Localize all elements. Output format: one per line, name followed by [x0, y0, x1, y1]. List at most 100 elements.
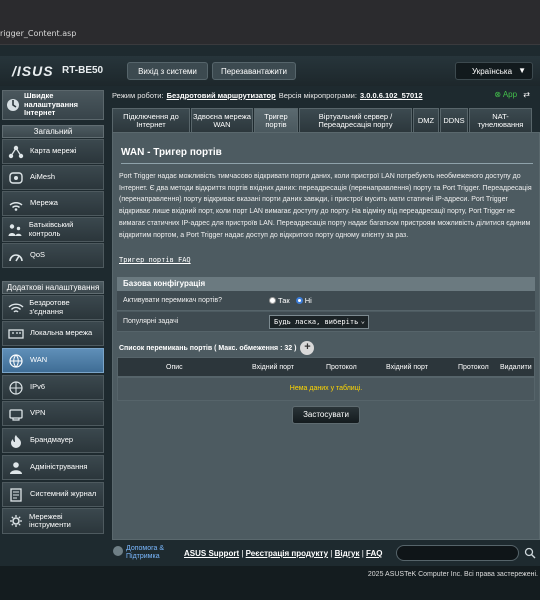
- tab-dual-wan[interactable]: Здвоєна мережа WAN: [191, 108, 253, 132]
- sidebar-item-quick-setup[interactable]: Швидке налаштування Інтернет: [2, 90, 104, 120]
- tab-virtual-server[interactable]: Віртуальний сервер / Переадресація порту: [299, 108, 412, 132]
- popular-tasks-label: Популярні задачі: [123, 318, 179, 325]
- sidebar-item-label: Брандмауер: [30, 435, 74, 445]
- help-icon: [113, 546, 123, 556]
- model-name: RT-BE50: [62, 65, 104, 76]
- sidebar-item-network[interactable]: Мережа: [2, 191, 104, 216]
- radio-no-label: Ні: [304, 296, 312, 305]
- sidebar-item-network-map[interactable]: Карта мережі: [2, 139, 104, 164]
- app-link[interactable]: ⊗ App ⇄: [494, 90, 530, 99]
- col-trigger-protocol: Протокол: [326, 364, 357, 371]
- sidebar-item-label: Батьківський контроль: [28, 220, 74, 238]
- mode-link[interactable]: Бездротовий маршрутизатор: [167, 91, 276, 100]
- search-icon[interactable]: [524, 547, 536, 559]
- network-icon: [5, 195, 27, 213]
- sidebar-item-label: VPN: [30, 408, 46, 418]
- app-icon: ⊗: [494, 90, 502, 99]
- firmware-label: Версія мікропрограми:: [278, 90, 357, 100]
- radio-no[interactable]: [295, 297, 303, 304]
- radio-yes[interactable]: [269, 297, 276, 304]
- trigger-table-header: Опис Вхідний порт Протокол Вхідний порт …: [117, 357, 535, 377]
- logout-button[interactable]: Вихід з системи: [127, 62, 208, 80]
- sidebar-item-vpn[interactable]: VPN: [2, 401, 104, 426]
- col-trigger-port: Вхідний порт: [252, 364, 294, 371]
- faq-footer-link[interactable]: FAQ: [366, 549, 382, 558]
- faq-link[interactable]: Тригер портів FAQ: [119, 256, 191, 264]
- feedback-link[interactable]: Відгук: [335, 549, 360, 558]
- firmware-link[interactable]: 3.0.0.6.102_57012: [360, 91, 423, 100]
- add-icon[interactable]: +: [300, 341, 315, 355]
- mode-label: Режим роботи:: [112, 90, 164, 100]
- browser-url[interactable]: rigger_Content.asp: [0, 29, 76, 38]
- advanced-header: Додаткові налаштування: [2, 281, 104, 294]
- general-header: Загальний: [2, 125, 104, 138]
- sidebar-item-network-tools[interactable]: Мережеві інструменти: [2, 508, 104, 534]
- sidebar-item-lan[interactable]: Локальна мережа: [2, 321, 104, 346]
- sidebar-item-aimesh[interactable]: AiMesh: [2, 165, 104, 190]
- chevron-down-icon: ▼: [518, 66, 526, 75]
- tab-internet-connection[interactable]: Підключення до Інтернет: [112, 108, 190, 132]
- admin-icon: [5, 459, 27, 477]
- col-incoming-port: Вхідний порт: [386, 364, 428, 371]
- sidebar-item-label: IPv6: [30, 382, 46, 392]
- sidebar-item-label: WAN: [30, 355, 48, 365]
- sidebar-item-qos[interactable]: QoS: [2, 243, 104, 268]
- vpn-icon: [5, 405, 27, 423]
- sidebar-item-label: Мережа: [30, 198, 58, 208]
- sidebar-item-wan[interactable]: WAN: [2, 348, 104, 373]
- parental-icon: [5, 221, 26, 239]
- tab-nat-passthrough[interactable]: NAT-тунелювання: [469, 108, 532, 132]
- reboot-button[interactable]: Перезавантажити: [212, 62, 296, 80]
- sidebar-item-parental[interactable]: Батьківський контроль: [2, 217, 104, 242]
- tab-port-trigger[interactable]: Тригер портів: [254, 108, 298, 132]
- lan-icon: [5, 325, 27, 343]
- wan-icon: [5, 352, 27, 370]
- asus-support-link[interactable]: ASUS Support: [184, 549, 239, 558]
- usb-icon: ⇄: [523, 90, 530, 99]
- sidebar-item-label: Системний журнал: [30, 489, 97, 499]
- qos-icon: [5, 247, 27, 265]
- page-title: WAN - Тригер портів: [121, 147, 222, 158]
- product-registration-link[interactable]: Реєстрація продукту: [246, 549, 328, 558]
- popular-tasks-select[interactable]: Будь ласка, виберіть ⌄: [269, 315, 369, 329]
- tab-ddns[interactable]: DDNS: [440, 108, 468, 132]
- wireless-icon: [5, 299, 26, 317]
- trigger-list-title: Список перемикань портів ( Макс. обмежен…: [119, 344, 297, 352]
- sidebar-item-label: AiMesh: [30, 172, 56, 182]
- language-select[interactable]: Українська ▼: [455, 62, 533, 80]
- sidebar-item-firewall[interactable]: Брандмауер: [2, 428, 104, 453]
- chevron-down-icon: ⌄: [360, 317, 365, 325]
- sidebar-item-label: Мережеві інструменти: [29, 511, 71, 529]
- col-delete: Видалити: [500, 364, 532, 371]
- radio-yes-label: Так: [278, 296, 290, 305]
- help-support-link[interactable]: Допомога & Підтримка: [126, 545, 176, 561]
- app-label: App: [502, 90, 518, 99]
- enable-trigger-label: Активувати перемикач портів?: [123, 297, 222, 304]
- firewall-icon: [5, 432, 27, 450]
- apply-button[interactable]: Застосувати: [292, 406, 360, 424]
- col-incoming-protocol: Протокол: [458, 364, 489, 371]
- tab-dmz[interactable]: DMZ: [413, 108, 439, 132]
- sidebar-item-admin[interactable]: Адміністрування: [2, 455, 104, 480]
- sidebar-item-wireless[interactable]: Бездротове з'єднання: [2, 295, 104, 320]
- footer: Допомога & Підтримка ASUS Support | Реєс…: [0, 540, 540, 600]
- language-value: Українська: [472, 66, 513, 76]
- footer-links: ASUS Support | Реєстрація продукту | Від…: [184, 549, 383, 558]
- sidebar-item-ipv6[interactable]: IPv6: [2, 375, 104, 400]
- network-map-icon: [5, 143, 27, 161]
- footer-search-input[interactable]: [396, 545, 519, 561]
- sidebar-item-syslog[interactable]: Системний журнал: [2, 482, 104, 507]
- title-divider: [121, 163, 533, 164]
- sidebar-item-label: QoS: [30, 250, 46, 260]
- trigger-list-header: Список перемикань портів ( Макс. обмежен…: [119, 341, 315, 355]
- quick-setup-label: Швидке налаштування Інтернет: [24, 91, 79, 118]
- popular-tasks-row: Популярні задачі Будь ласка, виберіть ⌄: [117, 312, 535, 332]
- log-icon: [5, 486, 27, 504]
- sidebar-item-label: Карта мережі: [30, 146, 77, 156]
- tools-icon: [5, 512, 26, 530]
- enable-trigger-row: Активувати перемикач портів? Так Ні: [117, 291, 535, 311]
- main-panel: WAN - Тригер портів Port Trigger надає м…: [112, 132, 540, 540]
- asus-logo: /ISUS: [12, 63, 54, 79]
- sidebar-item-label: Бездротове з'єднання: [29, 298, 70, 316]
- no-data-message: Нема даних у таблиці.: [117, 377, 535, 401]
